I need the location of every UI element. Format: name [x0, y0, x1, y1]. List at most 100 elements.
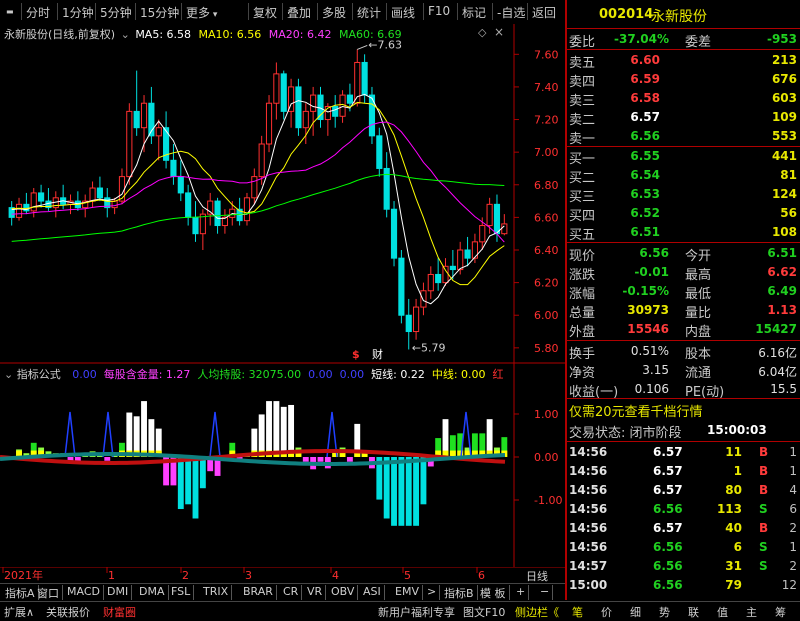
fundamental-label: 净资: [569, 366, 596, 381]
panel-tab[interactable]: 筹: [775, 604, 786, 620]
panel-tab[interactable]: 价: [601, 604, 612, 620]
panel-tab[interactable]: 势: [659, 604, 670, 620]
bid-row[interactable]: 买五 6.51 108: [567, 223, 800, 243]
tick-count: 1: [789, 445, 797, 459]
panel-tab[interactable]: 联: [688, 604, 699, 620]
toolbar-item[interactable]: F10: [428, 4, 450, 18]
bid-row[interactable]: 买一 6.55 441: [567, 147, 800, 167]
indicator-chart[interactable]: 1.00 0.00 -1.00: [0, 364, 565, 567]
candle-body: [295, 86, 302, 129]
bid-row[interactable]: 买三 6.53 124: [567, 185, 800, 205]
indicator-tab[interactable]: ASI: [360, 585, 385, 600]
low-annotation: ←5.79: [412, 341, 446, 354]
stat-label: 最低: [685, 287, 712, 302]
indicator-title[interactable]: 指标公式: [17, 368, 61, 381]
toolbar-separator: [527, 3, 528, 20]
diamond-icon[interactable]: ◇: [478, 26, 486, 39]
stat-label: 最高: [685, 268, 712, 283]
indicator-bar: [280, 406, 287, 457]
chevron-down-icon[interactable]: ⌄: [121, 28, 130, 41]
trade-status: 交易状态: 闭市阶段: [569, 426, 682, 441]
tick-row: 14:57 6.56 31 S 2: [567, 557, 800, 575]
kline-chart[interactable]: 7.60 7.40 7.20 7.00 6.80 6.60 6.40 6.20 6.00 5.80…: [0, 24, 565, 364]
ask-row[interactable]: 卖一 6.56 553: [567, 127, 800, 147]
bid-row[interactable]: 买二 6.54 81: [567, 166, 800, 186]
toolbar-separator: [282, 3, 283, 20]
toolbar-item[interactable]: 画线: [391, 4, 415, 21]
panel-tab[interactable]: 笔: [572, 604, 583, 620]
promo-link[interactable]: 仅需20元查看千档行情: [569, 401, 703, 420]
indicator-bar: [192, 457, 199, 519]
bid-row[interactable]: 买四 6.52 56: [567, 204, 800, 224]
indicator-tab[interactable]: EMV: [392, 585, 423, 600]
stat-label: 涨幅: [569, 287, 596, 302]
toolbar-item[interactable]: 多股: [322, 4, 346, 21]
status-item[interactable]: 财富圈: [103, 604, 136, 620]
candle-body: [177, 176, 184, 194]
candle-body: [30, 192, 37, 212]
promo-row[interactable]: 仅需20元查看千档行情: [567, 400, 800, 420]
indicator-tab[interactable]: CR: [280, 585, 303, 600]
price-tick-label: 7.40: [534, 81, 559, 94]
chevron-down-icon[interactable]: ⌄: [4, 368, 13, 381]
indicator-tab[interactable]: BRAR: [240, 585, 277, 600]
ma60-label: MA60: 6.69: [338, 28, 402, 41]
toolbar-item[interactable]: 分时: [26, 4, 50, 21]
indicator-tab[interactable]: DMI: [104, 585, 133, 600]
candle-body: [15, 203, 23, 218]
toolbar-item[interactable]: 1分钟: [62, 4, 94, 21]
tabbar-right-button[interactable]: −: [537, 585, 554, 600]
toolbar-item[interactable]: 统计: [357, 4, 381, 21]
period-label[interactable]: 日线: [526, 568, 548, 584]
indicator-tab[interactable]: VR: [304, 585, 327, 600]
tabbar-right-button[interactable]: 模 板: [477, 585, 510, 600]
toolbar-item[interactable]: -自选: [497, 4, 525, 21]
indicator-tab[interactable]: MACD: [64, 585, 104, 600]
tick-row: 14:56 6.57 40 B 2: [567, 519, 800, 537]
status-item[interactable]: 关联报价: [46, 604, 90, 620]
tabbar-right-button[interactable]: 指标B: [441, 585, 478, 600]
status-right-item[interactable]: 侧边栏《: [515, 604, 559, 620]
finance-marker: 财: [372, 347, 383, 361]
ask-row[interactable]: 卖二 6.57 109: [567, 108, 800, 128]
toolbar-item[interactable]: 更多 ▾: [186, 4, 217, 21]
indicator-tab[interactable]: 窗口: [34, 585, 63, 600]
indicator-tab[interactable]: >: [424, 585, 441, 600]
indicator-tab[interactable]: DMA: [136, 585, 169, 600]
status-right-item[interactable]: 图文F10: [463, 604, 505, 620]
indicator-bar: [141, 401, 147, 457]
indicator-tab[interactable]: TRIX: [200, 585, 233, 600]
tick-side: B: [759, 483, 769, 497]
stat-value: 6.62: [767, 265, 797, 279]
ask-row[interactable]: 卖三 6.58 603: [567, 89, 800, 109]
toolbar-item[interactable]: 复权: [253, 4, 277, 21]
toolbar-item[interactable]: 5分钟: [100, 4, 132, 21]
toolbar-item[interactable]: 返回: [532, 4, 556, 21]
book-price: 6.55: [630, 149, 660, 163]
status-item[interactable]: 扩展∧: [4, 604, 34, 620]
toolbar-separator: [135, 3, 136, 20]
toolbar-item[interactable]: 标记: [462, 4, 486, 21]
close-icon[interactable]: ×: [494, 25, 504, 39]
chevron-down-icon[interactable]: ▾: [210, 10, 218, 20]
tick-time: 14:56: [569, 502, 608, 516]
indicator-tab[interactable]: FSL: [168, 585, 195, 600]
toolbar-item[interactable]: 15分钟: [140, 4, 179, 21]
tick-row: 14:56 6.56 6 S 1: [567, 538, 800, 556]
minimize-icon[interactable]: ▬: [6, 7, 14, 16]
candle-body: [486, 203, 493, 227]
panel-tab[interactable]: 值: [717, 604, 728, 620]
indicator-tab[interactable]: OBV: [328, 585, 359, 600]
news-link[interactable]: 新用户福利专享: [378, 604, 455, 620]
price-tick-label: 7.20: [534, 114, 559, 127]
book-price: 6.52: [630, 206, 660, 220]
ask-row[interactable]: 卖五 6.60 213: [567, 51, 800, 71]
book-label: 卖五: [569, 56, 596, 71]
candle-body: [464, 249, 471, 259]
ask-row[interactable]: 卖四 6.59 676: [567, 70, 800, 90]
panel-tab[interactable]: 细: [630, 604, 641, 620]
toolbar-item[interactable]: 叠加: [287, 4, 311, 21]
panel-tab[interactable]: 主: [746, 604, 757, 620]
tabbar-right-button[interactable]: +: [513, 585, 530, 600]
tick-price: 6.57: [653, 445, 683, 459]
